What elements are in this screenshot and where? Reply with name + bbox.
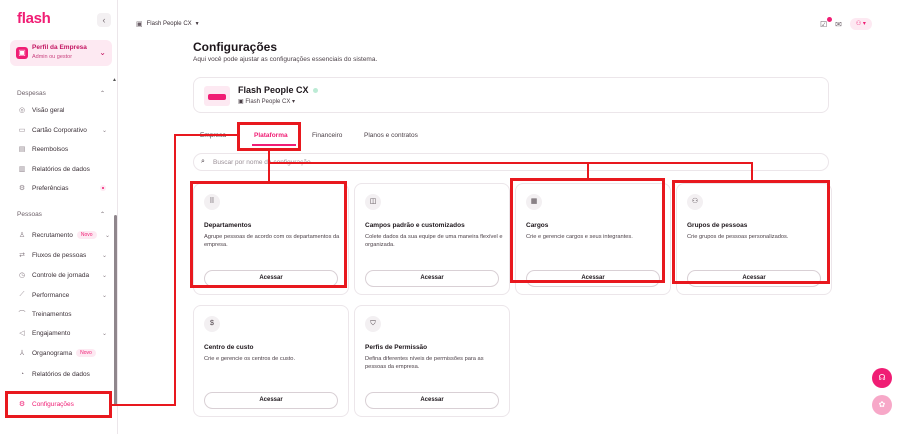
sidebar-item-relatorios-despesas[interactable]: ▥ Relatórios de dados	[17, 163, 90, 175]
chevron-down-icon: ⌄	[105, 232, 111, 239]
gear-icon: ⚙	[18, 401, 26, 408]
people-icon: ⚇	[687, 194, 703, 210]
sidebar-item-organograma[interactable]: ⅄ Organograma Novo	[17, 347, 96, 359]
section-pessoas[interactable]: Pessoas	[17, 211, 42, 218]
sidebar-item-performance[interactable]: ⟋ Performance ⌄	[17, 289, 113, 301]
acessar-button[interactable]: Acessar	[204, 392, 338, 409]
acessar-button[interactable]: Acessar	[204, 270, 338, 287]
flash-logo[interactable]: flash	[17, 10, 51, 27]
acessar-button[interactable]: Acessar	[365, 270, 499, 287]
clock-icon: ◷	[18, 272, 26, 279]
tasks-icon[interactable]: ☑	[820, 16, 832, 29]
sidebar-item-recrutamento[interactable]: ♙ Recrutamento Novo ⌄	[17, 229, 113, 241]
report-icon: ▥	[18, 166, 26, 173]
flow-icon: ⇄	[19, 252, 25, 259]
chevron-down-icon: ⌄	[102, 252, 108, 259]
sidebar-item-fluxos[interactable]: ⇄ Fluxos de pessoas ⌄	[17, 249, 113, 261]
company-name: Flash People CX	[238, 85, 309, 95]
company-selector[interactable]: ▣ Flash People CX ▼	[136, 20, 200, 28]
sidebar-scrollbar[interactable]	[114, 215, 117, 405]
engagement-icon: ◁	[19, 330, 25, 337]
acessar-button[interactable]: Acessar	[365, 392, 499, 409]
sidebar-item-relatorios-pessoas[interactable]: ◔ Relatórios de dados	[17, 368, 90, 380]
company-logo	[204, 86, 230, 106]
tab-financeiro[interactable]: Financeiro	[312, 132, 342, 139]
card-perfis-permissao: ⛉ Perfis de Permissão Defina diferentes …	[354, 305, 510, 417]
profile-name: Perfil da Empresa	[32, 44, 87, 51]
card-departamentos: ⠿ Departamentos Agrupe pessoas de acordo…	[193, 183, 349, 295]
tab-plataforma[interactable]: Plataforma	[254, 132, 288, 139]
sidebar-item-controle-jornada[interactable]: ◷ Controle de jornada ⌄	[17, 269, 113, 281]
company-selector-inline[interactable]: ▣ Flash People CX ▾	[238, 98, 295, 105]
card-cargos: ▦ Cargos Crie e gerencie cargos e seus i…	[515, 183, 671, 295]
report-icon: ◔	[19, 370, 25, 378]
chevron-down-icon: ⌄	[102, 127, 108, 134]
profile-role: Admin ou gestor	[32, 54, 73, 60]
card-grupos: ⚇ Grupos de pessoas Crie grupos de pesso…	[676, 183, 832, 295]
chevron-down-icon: ⌄	[102, 272, 108, 279]
briefcase-icon: ▦	[526, 194, 542, 210]
scroll-up-arrow[interactable]: ▲	[112, 77, 117, 83]
chevron-down-icon: ⌄	[102, 330, 108, 337]
support-button[interactable]: ☊	[872, 368, 892, 388]
chevron-up-icon[interactable]: ⌃	[100, 211, 105, 218]
chevron-down-icon: ⌄	[99, 48, 106, 57]
tab-empresa[interactable]: Empresa	[200, 132, 226, 139]
search-icon: ⌕	[201, 158, 205, 165]
status-dot	[313, 88, 318, 93]
top-icons: ☑ ✉ ⚇ ▾	[820, 16, 872, 30]
app: flash ‹ ▣ Perfil da Empresa Admin ou ges…	[0, 0, 900, 434]
status-dot	[100, 185, 106, 191]
sidebar-item-reembolsos[interactable]: ▤ Reembolsos	[17, 143, 68, 155]
mail-icon[interactable]: ✉	[835, 20, 842, 29]
page-subtitle: Aqui você pode ajustar as configurações …	[193, 56, 378, 63]
avatar[interactable]: ⚇ ▾	[849, 18, 872, 30]
fields-icon: ◫	[365, 194, 381, 210]
card-icon: ▭	[18, 127, 26, 134]
connector-line	[174, 134, 176, 406]
chat-button[interactable]: ✿	[872, 395, 892, 415]
company-card: Flash People CX ▣ Flash People CX ▾	[193, 77, 829, 113]
novo-badge: Novo	[76, 349, 96, 357]
sidebar: flash ‹ ▣ Perfil da Empresa Admin ou ges…	[0, 0, 118, 434]
sidebar-item-visao-geral[interactable]: ◎ Visão geral	[17, 104, 64, 116]
grid-icon: ⠿	[204, 194, 220, 210]
acessar-button[interactable]: Acessar	[687, 270, 821, 287]
chevron-down-icon: ⌄	[102, 292, 108, 299]
eye-icon: ◎	[18, 107, 26, 114]
receipt-icon: ▤	[18, 146, 26, 153]
sidebar-item-engajamento[interactable]: ◁ Engajamento ⌄	[17, 327, 113, 339]
coin-icon: $	[204, 316, 220, 332]
building-icon: ▣	[136, 21, 143, 28]
card-campos: ◫ Campos padrão e customizados Colete da…	[354, 183, 510, 295]
recruit-icon: ♙	[18, 232, 26, 239]
notification-dot	[827, 16, 832, 22]
building-icon: ▣	[16, 47, 28, 59]
page-title: Configurações	[193, 40, 278, 54]
shield-icon: ⛉	[365, 316, 381, 332]
sidebar-item-treinamentos[interactable]: ⌒ Treinamentos	[17, 308, 72, 320]
tab-planos-contratos[interactable]: Planos e contratos	[364, 132, 418, 139]
training-icon: ⌒	[18, 311, 26, 318]
section-despesas[interactable]: Despesas	[17, 90, 46, 97]
sidebar-item-preferencias[interactable]: ⚙ Preferências	[17, 182, 113, 194]
connector-line	[112, 404, 175, 406]
acessar-button[interactable]: Acessar	[526, 270, 660, 287]
card-centro-custo: $ Centro de custo Crie e gerencie os cen…	[193, 305, 349, 417]
chevron-up-icon[interactable]: ⌃	[100, 90, 105, 97]
preferences-icon: ⚙	[18, 185, 26, 192]
sidebar-item-configuracoes[interactable]: ⚙ Configurações	[10, 394, 112, 414]
collapse-sidebar-button[interactable]: ‹	[97, 13, 111, 27]
sidebar-item-cartao-corporativo[interactable]: ▭ Cartão Corporativo ⌄	[17, 124, 113, 136]
novo-badge: Novo	[76, 231, 97, 239]
caret-down-icon: ▼	[194, 21, 200, 27]
profile-selector[interactable]: ▣ Perfil da Empresa Admin ou gestor ⌄	[10, 40, 112, 66]
performance-icon: ⟋	[19, 291, 25, 298]
search-input[interactable]: ⌕ Buscar por nome da configuração	[193, 153, 829, 171]
org-icon: ⅄	[19, 350, 25, 357]
active-tab-indicator	[252, 144, 296, 146]
